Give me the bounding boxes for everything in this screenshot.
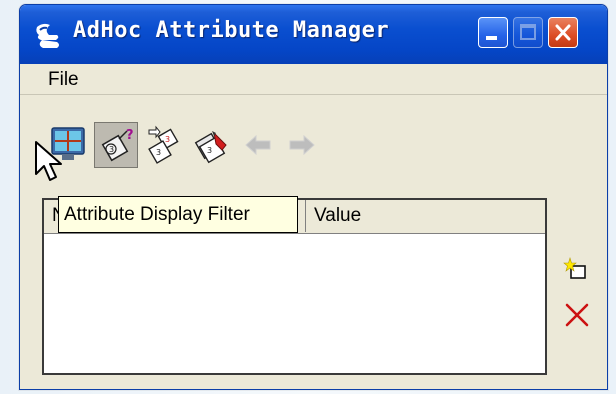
attribute-pick-icon: 3 3: [148, 125, 179, 164]
svg-text:3: 3: [156, 148, 161, 157]
app-icon: [36, 23, 59, 48]
arrow-left-icon: [245, 134, 271, 156]
previous-button[interactable]: [236, 122, 280, 168]
menu-file[interactable]: File: [48, 69, 79, 91]
new-attribute-button[interactable]: [562, 255, 592, 285]
svg-text:3: 3: [109, 145, 114, 154]
svg-text:3: 3: [165, 135, 170, 144]
new-item-icon: [563, 256, 586, 279]
attribute-query-icon: 3 ?: [101, 128, 134, 162]
maximize-button[interactable]: [513, 17, 543, 48]
minimize-button[interactable]: [478, 17, 508, 48]
tooltip: Attribute Display Filter: [58, 196, 298, 233]
attribute-pick-button[interactable]: 3 3: [142, 122, 186, 168]
close-button[interactable]: [548, 17, 578, 48]
svg-text:?: ?: [126, 128, 134, 143]
menu-bar: File: [20, 64, 607, 95]
toolbar: 3 ? 3 3 3: [42, 122, 362, 170]
attribute-remove-button[interactable]: 3: [190, 122, 234, 168]
minimize-icon: [486, 36, 497, 40]
next-button[interactable]: [280, 122, 324, 168]
attribute-remove-icon: 3: [194, 131, 227, 164]
svg-text:3: 3: [207, 146, 212, 155]
column-header-value[interactable]: Value: [306, 200, 547, 232]
attribute-query-button[interactable]: 3 ?: [94, 122, 138, 168]
delete-icon: [565, 303, 589, 327]
maximize-icon: [520, 24, 536, 40]
mouse-cursor-icon: [35, 141, 62, 181]
close-icon: [555, 24, 571, 41]
window-title: AdHoc Attribute Manager: [73, 18, 390, 43]
delete-attribute-button[interactable]: [562, 300, 592, 330]
arrow-right-icon: [289, 134, 315, 156]
title-bar[interactable]: AdHoc Attribute Manager: [20, 5, 607, 64]
